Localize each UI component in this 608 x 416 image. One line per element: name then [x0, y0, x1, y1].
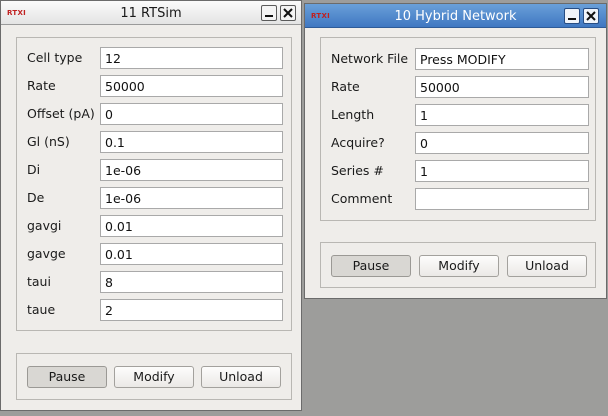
param-label: Di: [27, 162, 41, 177]
param-label: Rate: [27, 78, 56, 93]
param-label: taue: [27, 302, 56, 317]
pause-button[interactable]: Pause: [27, 366, 107, 388]
param-row: taui 8: [17, 271, 291, 293]
close-icon: [283, 8, 293, 18]
param-row: gavge 0.01: [17, 243, 291, 265]
close-button[interactable]: [280, 5, 296, 21]
minimize-button[interactable]: [564, 8, 580, 24]
param-row: Acquire? 0: [321, 132, 595, 154]
param-row: taue 2: [17, 299, 291, 321]
param-input-rate[interactable]: 50000: [415, 76, 589, 98]
param-input-acquire[interactable]: 0: [415, 132, 589, 154]
param-input-series[interactable]: 1: [415, 160, 589, 182]
parameter-panel: Network File Press MODIFY Rate 50000 Len…: [320, 37, 596, 221]
rtsim-window: RTXI 11 RTSim Cell type 12 Rate 50000 Of…: [0, 0, 302, 411]
param-input-gl[interactable]: 0.1: [100, 131, 283, 153]
param-input-de[interactable]: 1e-06: [100, 187, 283, 209]
button-panel: Pause Modify Unload: [320, 242, 596, 288]
param-input-di[interactable]: 1e-06: [100, 159, 283, 181]
param-input-comment[interactable]: [415, 188, 589, 210]
param-row: Length 1: [321, 104, 595, 126]
param-input-gavgi[interactable]: 0.01: [100, 215, 283, 237]
param-input-gavge[interactable]: 0.01: [100, 243, 283, 265]
param-label: gavge: [27, 246, 66, 261]
param-label: Length: [331, 107, 375, 122]
param-label: Network File: [331, 51, 409, 66]
param-row: Comment: [321, 188, 595, 210]
param-label: gavgi: [27, 218, 62, 233]
close-icon: [586, 11, 596, 21]
param-row: Rate 50000: [321, 76, 595, 98]
window-title: 10 Hybrid Network: [394, 9, 517, 24]
pause-button[interactable]: Pause: [331, 255, 411, 277]
close-button[interactable]: [583, 8, 599, 24]
param-input-taue[interactable]: 2: [100, 299, 283, 321]
param-input-rate[interactable]: 50000: [100, 75, 283, 97]
param-row: Offset (pA) 0: [17, 103, 291, 125]
param-label: Series #: [331, 163, 384, 178]
param-row: Series # 1: [321, 160, 595, 182]
param-input-offset[interactable]: 0: [100, 103, 283, 125]
param-label: taui: [27, 274, 51, 289]
param-label: Acquire?: [331, 135, 385, 150]
param-row: Cell type 12: [17, 47, 291, 69]
param-row: Gl (nS) 0.1: [17, 131, 291, 153]
param-label: Cell type: [27, 50, 83, 65]
hybrid-network-titlebar[interactable]: RTXI 10 Hybrid Network: [305, 4, 606, 28]
param-input-network-file[interactable]: Press MODIFY: [415, 48, 589, 70]
minimize-icon: [568, 18, 576, 20]
minimize-button[interactable]: [261, 5, 277, 21]
button-panel: Pause Modify Unload: [16, 353, 292, 400]
param-input-length[interactable]: 1: [415, 104, 589, 126]
unload-button[interactable]: Unload: [507, 255, 587, 277]
param-label: Offset (pA): [27, 106, 95, 121]
rtsim-titlebar[interactable]: RTXI 11 RTSim: [1, 1, 301, 25]
param-row: Network File Press MODIFY: [321, 48, 595, 70]
minimize-icon: [265, 15, 273, 17]
param-label: Rate: [331, 79, 360, 94]
param-row: De 1e-06: [17, 187, 291, 209]
param-label: De: [27, 190, 45, 205]
parameter-panel: Cell type 12 Rate 50000 Offset (pA) 0 Gl…: [16, 37, 292, 331]
param-input-taui[interactable]: 8: [100, 271, 283, 293]
modify-button[interactable]: Modify: [419, 255, 499, 277]
param-row: Di 1e-06: [17, 159, 291, 181]
window-title: 11 RTSim: [120, 6, 182, 21]
param-row: Rate 50000: [17, 75, 291, 97]
modify-button[interactable]: Modify: [114, 366, 194, 388]
param-row: gavgi 0.01: [17, 215, 291, 237]
hybrid-network-window: RTXI 10 Hybrid Network Network File Pres…: [304, 3, 607, 299]
unload-button[interactable]: Unload: [201, 366, 281, 388]
param-input-cell-type[interactable]: 12: [100, 47, 283, 69]
param-label: Comment: [331, 191, 393, 206]
param-label: Gl (nS): [27, 134, 70, 149]
